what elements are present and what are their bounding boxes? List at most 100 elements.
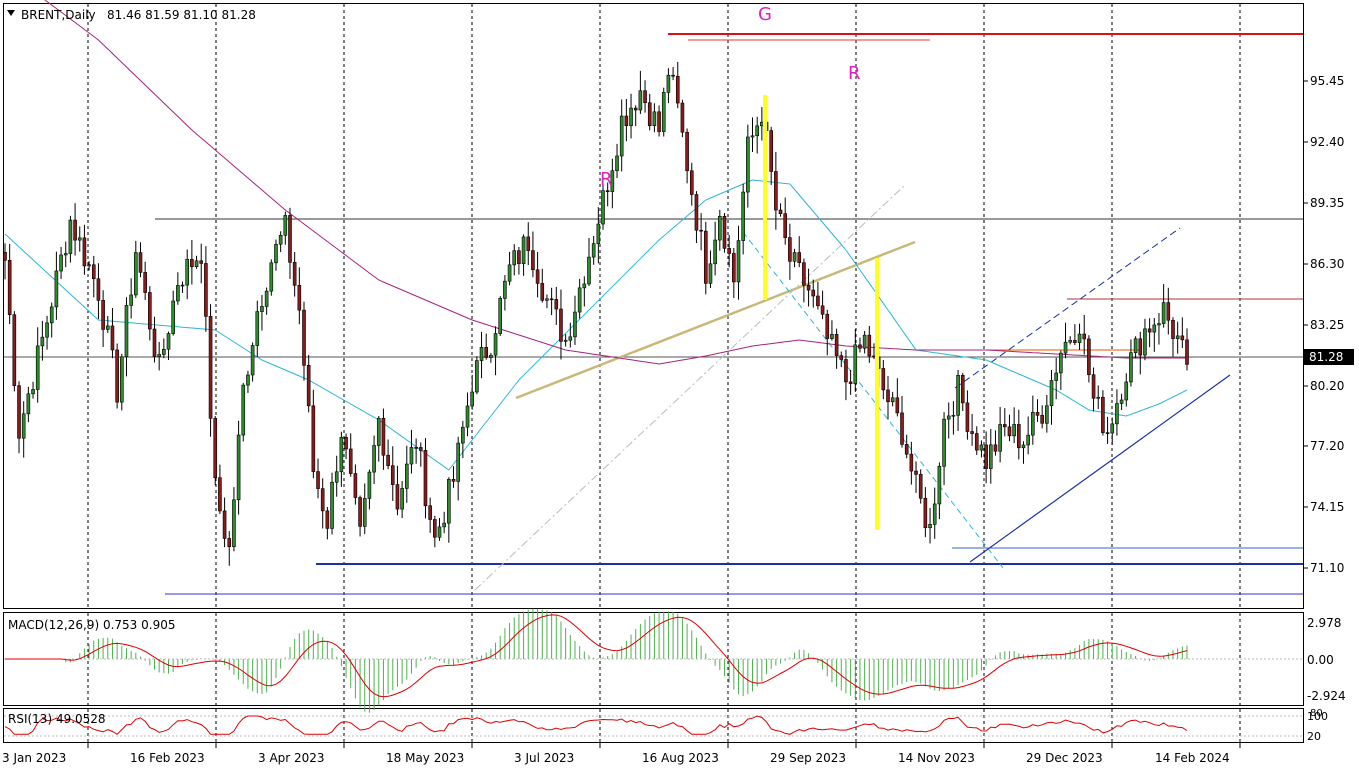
candle-body	[886, 389, 890, 403]
candle-body	[227, 538, 232, 548]
candle-body	[517, 250, 521, 264]
candle-body	[722, 215, 727, 249]
candle-body	[404, 463, 409, 489]
candle-body	[479, 347, 484, 361]
candle-body	[54, 270, 59, 308]
y-tick-label: 74.15	[1310, 500, 1344, 514]
candle-body	[932, 503, 937, 525]
x-tick-label: 16 Feb 2023	[130, 751, 205, 765]
candle-body	[750, 135, 755, 138]
candle-body	[143, 272, 147, 293]
candle-body	[87, 264, 91, 267]
candle-body	[1129, 352, 1133, 383]
candle-body	[596, 223, 601, 244]
candle-body	[839, 355, 844, 360]
candle-body	[689, 170, 694, 195]
rsi-axis-80: 80	[1310, 708, 1323, 719]
candle-body	[1161, 302, 1166, 324]
candle-body	[274, 243, 278, 264]
candle-body	[381, 417, 386, 456]
candle-body	[811, 289, 816, 297]
candle-body	[699, 229, 703, 232]
candle-body	[928, 524, 932, 529]
candle-body	[278, 234, 283, 245]
candle-body	[1096, 396, 1101, 399]
candle-body	[727, 248, 731, 254]
candle-body	[348, 448, 353, 474]
candle-body	[1026, 434, 1030, 446]
candle-body	[152, 328, 157, 357]
candle-body	[288, 215, 292, 263]
candle-body	[82, 237, 87, 267]
candle-body	[344, 437, 348, 450]
candle-body	[629, 107, 633, 127]
candle-body	[746, 136, 750, 193]
candle-body	[732, 253, 736, 283]
candle-body	[255, 311, 260, 346]
candle-body	[493, 333, 498, 356]
candle-body	[918, 474, 923, 499]
candle-body	[461, 426, 465, 444]
projection-bar-right	[875, 258, 879, 530]
candle-body	[1035, 412, 1040, 416]
candle-body	[1185, 339, 1189, 365]
candle-body	[942, 418, 946, 467]
main-panel	[3, 3, 1304, 609]
candle-body	[830, 334, 834, 339]
candle-body	[1157, 323, 1161, 326]
candle-body	[946, 415, 951, 420]
candle-body	[909, 453, 914, 472]
candle-body	[788, 237, 792, 262]
candle-body	[49, 306, 54, 324]
candle-body	[806, 284, 811, 291]
candle-body	[601, 190, 605, 225]
price-axis: 95.45 92.40 89.35 86.30 83.25 80.20 77.20 74.15…	[1303, 74, 1344, 575]
candle-body	[970, 431, 974, 434]
candle-body	[559, 308, 563, 342]
x-tick-label: 3 Jul 2023	[514, 751, 574, 765]
candle-body	[760, 121, 764, 127]
candle-body	[437, 526, 442, 538]
candle-body	[1045, 405, 1049, 424]
candle-body	[1073, 340, 1077, 343]
candle-body	[1119, 399, 1124, 404]
candle-body	[101, 300, 105, 330]
candle-body	[1031, 412, 1035, 436]
candle-body	[489, 354, 493, 358]
candle-body	[386, 454, 390, 466]
candle-body	[694, 194, 699, 231]
candle-body	[115, 349, 119, 403]
candle-body	[1012, 424, 1016, 437]
candle-body	[96, 278, 101, 301]
candle-body	[1087, 338, 1091, 376]
candle-body	[110, 325, 115, 351]
candle-body	[1180, 335, 1185, 341]
candle-body	[77, 237, 82, 241]
candle-body	[442, 522, 446, 528]
current-price-label: 81.28	[1309, 350, 1343, 364]
candle-body	[820, 305, 825, 315]
y-tick-label: 95.45	[1310, 74, 1344, 88]
candle-body	[914, 470, 918, 475]
y-tick-label: 71.10	[1310, 561, 1344, 575]
candle-body	[447, 479, 451, 524]
candle-body	[185, 258, 190, 286]
candle-body	[1002, 424, 1007, 428]
candle-body	[792, 252, 797, 262]
candle-body	[334, 471, 339, 483]
y-tick-label: 83.25	[1310, 318, 1344, 332]
candle-body	[26, 393, 31, 415]
candle-body	[774, 171, 778, 211]
candle-body	[1063, 341, 1068, 354]
candle-body	[853, 344, 858, 384]
x-tick-label: 18 May 2023	[386, 751, 464, 765]
candle-body	[409, 447, 414, 465]
candle-body	[1124, 381, 1129, 401]
candle-body	[105, 325, 110, 330]
candle-body	[647, 102, 652, 127]
candle-body	[21, 413, 26, 439]
candle-body	[900, 412, 904, 445]
candle-body	[675, 75, 680, 104]
candle-body	[3, 252, 7, 261]
candle-body	[834, 334, 839, 356]
